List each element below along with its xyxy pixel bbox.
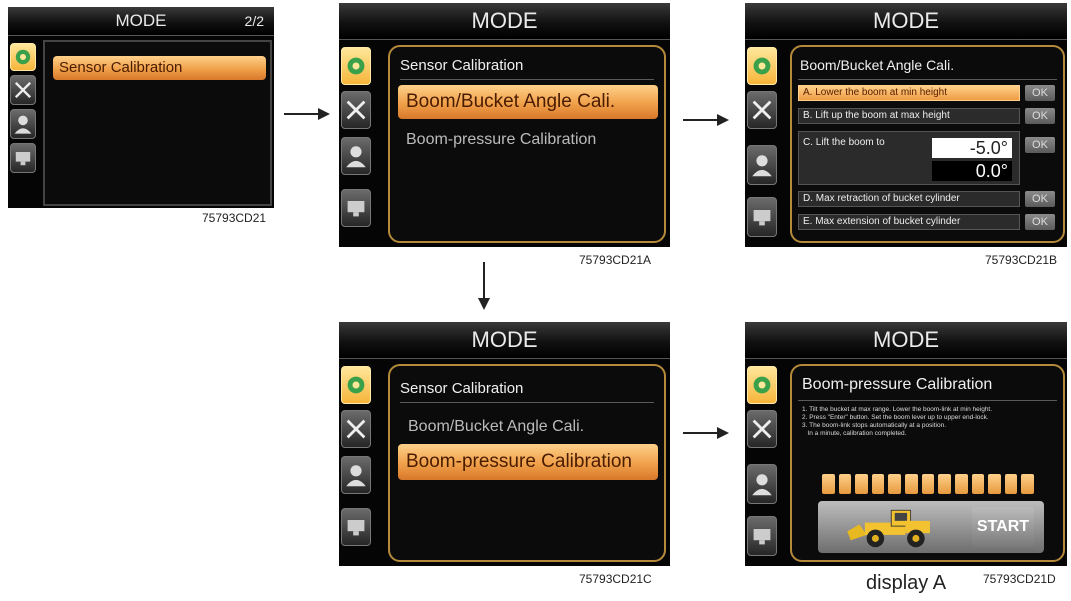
instructions-text: 1. Tilt the bucket at max range. Lower t… [802, 406, 993, 437]
progress-segment [822, 474, 835, 494]
monitor-icon[interactable] [747, 516, 777, 556]
display-label: display A [866, 572, 947, 594]
sidebar [745, 41, 777, 247]
title-bar: MODE 2/2 [8, 7, 274, 36]
menu-panel: Sensor Calibration Boom/Bucket Angle Cal… [388, 45, 666, 243]
user-icon[interactable] [747, 145, 777, 185]
step-d-ok-button[interactable]: OK [1025, 191, 1055, 207]
figure-caption: 75793CD21 [202, 211, 267, 225]
wrench-screwdriver-icon[interactable] [341, 410, 371, 448]
menu-panel: Sensor Calibration [43, 40, 272, 206]
screen-title: MODE [873, 327, 939, 352]
progress-segment [988, 474, 1001, 494]
progress-segment [971, 474, 985, 494]
start-button[interactable]: START [972, 507, 1034, 547]
panel-header: Sensor Calibration [400, 380, 524, 397]
screen-mode-menu: MODE 2/2 Sensor Calibration [8, 7, 274, 208]
wrench-screwdriver-icon[interactable] [747, 91, 777, 129]
wrench-screwdriver-icon[interactable] [10, 75, 36, 105]
arrow-right-icon [683, 427, 729, 439]
user-icon[interactable] [341, 456, 371, 494]
menu-panel: Sensor Calibration Boom/Bucket Angle Cal… [388, 364, 666, 562]
arrow-right-icon [284, 108, 330, 120]
progress-bar [822, 474, 1038, 494]
wheel-loader-icon [847, 509, 930, 548]
menu-item-boom-pressure[interactable]: Boom-pressure Calibration [398, 444, 658, 480]
header-divider [400, 402, 654, 403]
menu-item-boom-bucket-angle[interactable]: Boom/Bucket Angle Cali. [408, 418, 584, 436]
menu-item-boom-bucket-angle[interactable]: Boom/Bucket Angle Cali. [398, 85, 658, 119]
figure-caption: 75793CD21B [985, 253, 1058, 267]
calibration-panel: Boom/Bucket Angle Cali. A. Lower the boo… [790, 45, 1065, 243]
step-e-label: E. Max extension of bucket cylinder [798, 214, 1020, 230]
progress-segment [938, 474, 951, 494]
step-e-ok-button[interactable]: OK [1025, 214, 1055, 230]
panel-header: Boom/Bucket Angle Cali. [800, 57, 955, 73]
progress-segment [1004, 474, 1018, 494]
calibration-panel: Boom-pressure Calibration 1. Tilt the bu… [790, 364, 1065, 562]
header-divider [798, 79, 1057, 80]
progress-segment [871, 474, 885, 494]
screen-title: MODE [115, 11, 167, 30]
sidebar [339, 360, 371, 566]
progress-segment [888, 474, 902, 494]
monitor-icon[interactable] [341, 508, 371, 546]
progress-segment [954, 474, 968, 494]
title-bar: MODE [745, 3, 1067, 40]
monitor-icon[interactable] [341, 189, 371, 227]
title-bar: MODE [339, 3, 670, 40]
figure-caption: 75793CD21A [579, 253, 652, 267]
sidebar [339, 41, 371, 247]
header-divider [400, 79, 654, 80]
progress-segment [1021, 474, 1034, 494]
screen-boom-pressure-calibration: MODE Boom-pressure Calibration 1. Tilt t… [745, 322, 1067, 566]
target-angle-value: -5.0° [932, 138, 1012, 158]
figure-caption: 75793CD21D [983, 572, 1056, 586]
header-divider [798, 400, 1057, 401]
step-d-label: D. Max retraction of bucket cylinder [798, 191, 1020, 207]
step-b-label: B. Lift up the boom at max height [798, 108, 1020, 124]
step-b-ok-button[interactable]: OK [1025, 108, 1055, 124]
settings-gear-icon[interactable] [747, 47, 777, 85]
step-a-ok-button[interactable]: OK [1025, 85, 1055, 101]
user-icon[interactable] [341, 137, 371, 175]
settings-gear-icon[interactable] [747, 366, 777, 404]
settings-gear-icon[interactable] [10, 43, 36, 71]
screen-sensor-calibration-2: MODE Sensor Calibration Boom/Bucket Angl… [339, 322, 670, 566]
arrow-down-icon [478, 262, 490, 310]
arrow-right-icon [683, 114, 729, 126]
settings-gear-icon[interactable] [341, 47, 371, 85]
menu-item-sensor-calibration[interactable]: Sensor Calibration [53, 56, 266, 80]
settings-gear-icon[interactable] [341, 366, 371, 404]
screen-title: MODE [471, 8, 538, 33]
panel-header: Sensor Calibration [400, 57, 524, 74]
panel-header: Boom-pressure Calibration [802, 376, 993, 393]
sidebar [8, 37, 38, 208]
progress-segment [905, 474, 918, 494]
screen-sensor-calibration: MODE Sensor Calibration Boom/Bucket Angl… [339, 3, 670, 247]
monitor-icon[interactable] [10, 143, 36, 173]
step-c-ok-button[interactable]: OK [1025, 137, 1055, 153]
menu-item-boom-pressure[interactable]: Boom-pressure Calibration [406, 131, 596, 149]
wrench-screwdriver-icon[interactable] [341, 91, 371, 129]
page-indicator: 2/2 [244, 13, 264, 29]
user-icon[interactable] [747, 464, 777, 504]
title-bar: MODE [745, 322, 1067, 359]
title-bar: MODE [339, 322, 670, 359]
sidebar [745, 360, 777, 566]
progress-segment [921, 474, 935, 494]
monitor-icon[interactable] [747, 197, 777, 237]
screen-boom-bucket-angle: MODE Boom/Bucket Angle Cali. A. Lower th… [745, 3, 1067, 247]
figure-caption: 75793CD21C [579, 572, 652, 586]
loader-image-area: START [818, 501, 1044, 553]
step-a-label: A. Lower the boom at min height [798, 85, 1020, 101]
progress-segment [838, 474, 852, 494]
screen-title: MODE [471, 327, 538, 352]
current-angle-value: 0.0° [932, 161, 1012, 181]
wrench-screwdriver-icon[interactable] [747, 410, 777, 448]
progress-segment [855, 474, 868, 494]
user-icon[interactable] [10, 109, 36, 139]
screen-title: MODE [873, 8, 939, 33]
